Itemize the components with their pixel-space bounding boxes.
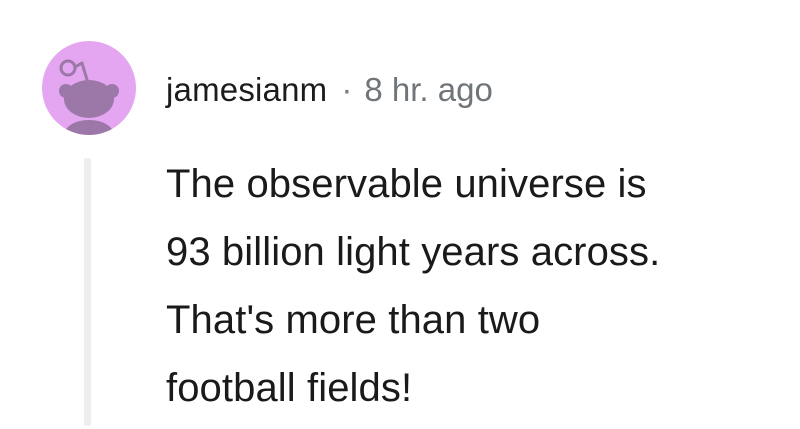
author-username[interactable]: jamesianm <box>166 68 327 112</box>
comment-timestamp[interactable]: 8 hr. ago <box>364 68 492 112</box>
comment-text-line: football fields! <box>166 366 413 410</box>
comment-body: The observable universe is 93 billion li… <box>166 150 786 422</box>
thread-collapse-line[interactable] <box>84 158 91 426</box>
snoo-avatar-icon <box>59 59 119 135</box>
comment-text-line: 93 billion light years across. <box>166 230 661 274</box>
meta-separator: · <box>341 71 353 108</box>
avatar[interactable] <box>42 41 136 135</box>
comment-text-line: That's more than two <box>166 298 541 342</box>
comment-text-line: The observable universe is <box>166 162 647 206</box>
comment-meta: jamesianm · 8 hr. ago <box>166 68 493 112</box>
